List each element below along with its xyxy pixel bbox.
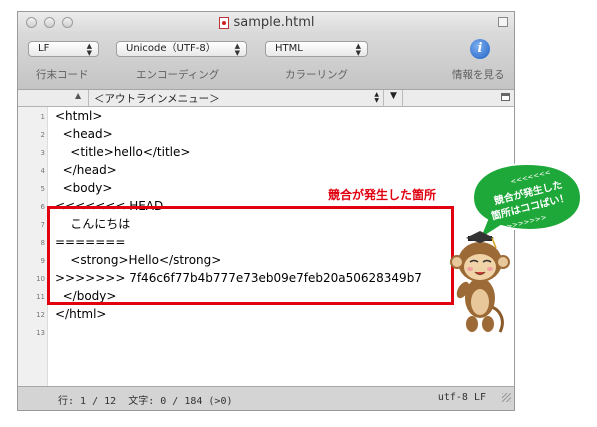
toolbar-toggle-icon[interactable] [498,17,508,27]
code-text: </html> [55,307,107,321]
line-number: 6 [40,203,45,211]
toolbar: LF ▲ ▼ 行末コード Unicode（UTF-8） ▲ ▼ エンコーディング H… [18,34,514,90]
coloring-value: HTML [275,43,303,54]
split-view-icon[interactable] [501,93,510,101]
encoding-value: Unicode（UTF-8） [126,43,216,54]
monkey-mascot-icon [450,231,510,333]
triangle-up-icon[interactable]: ▲ [75,91,81,100]
title-bar: sample.html [18,12,514,34]
line-number: 7 [40,221,45,229]
triangle-down-icon[interactable]: ▼ [390,91,397,101]
cursor-position: 行: 1 / 12 文字: 0 / 184 (>0) [58,396,233,407]
line-number: 9 [40,257,45,265]
line-ending-popup[interactable]: LF ▲ ▼ [28,41,99,57]
code-line[interactable]: 2 <head> [18,125,498,143]
resize-grip-icon[interactable] [502,393,511,402]
code-line[interactable]: 12 </html> [18,305,498,323]
line-number: 2 [40,131,45,139]
code-text: <html> [55,109,103,123]
popup-arrows-icon: ▲ ▼ [234,42,240,57]
conflict-label: 競合が発生した箇所 [328,188,437,202]
popup-arrows-icon: ▲ ▼ [355,42,361,57]
encoding-popup[interactable]: Unicode（UTF-8） ▲ ▼ [116,41,247,57]
line-number: 3 [40,149,45,157]
status-bar: 行: 1 / 12 文字: 0 / 184 (>0) utf-8 LF [18,386,514,410]
line-ending-label: 行末コード [36,69,89,81]
window-title: sample.html [233,15,315,30]
line-number: 13 [36,329,45,337]
popup-arrows-icon: ▲ ▼ [86,42,92,57]
code-text: <head> [55,127,113,141]
file-encoding-status: utf-8 LF [437,392,486,403]
code-line[interactable]: 1 <html> [18,107,498,125]
conflict-highlight-box [47,206,454,305]
code-text: </head> [55,163,117,177]
divider [402,90,403,106]
coloring-popup[interactable]: HTML ▲ ▼ [265,41,368,57]
code-line[interactable]: 4 </head> [18,161,498,179]
line-number: 11 [36,293,45,301]
outline-menu[interactable]: ＜アウトラインメニュー＞ ▲ ▼ [88,90,384,106]
info-label: 情報を見る [452,69,505,81]
info-icon[interactable]: i [470,39,490,59]
code-text: <title>hello</title> [55,145,191,159]
line-number: 8 [40,239,45,247]
coloring-label: カラーリング [285,69,348,81]
line-number: 10 [36,275,45,283]
line-number: 1 [40,113,45,121]
popup-arrows-icon: ▲ ▼ [374,91,379,104]
navigation-bar: ▲ ＜アウトラインメニュー＞ ▲ ▼ ▼ [18,90,514,107]
line-ending-value: LF [38,43,50,54]
line-number: 12 [36,311,45,319]
line-number: 4 [40,167,45,175]
code-line[interactable]: 13 [18,323,498,341]
outline-menu-label: ＜アウトラインメニュー＞ [94,93,220,105]
code-line[interactable]: 3 <title>hello</title> [18,143,498,161]
code-text: <body> [55,181,113,195]
encoding-label: エンコーディング [136,69,220,81]
line-number: 5 [40,185,45,193]
